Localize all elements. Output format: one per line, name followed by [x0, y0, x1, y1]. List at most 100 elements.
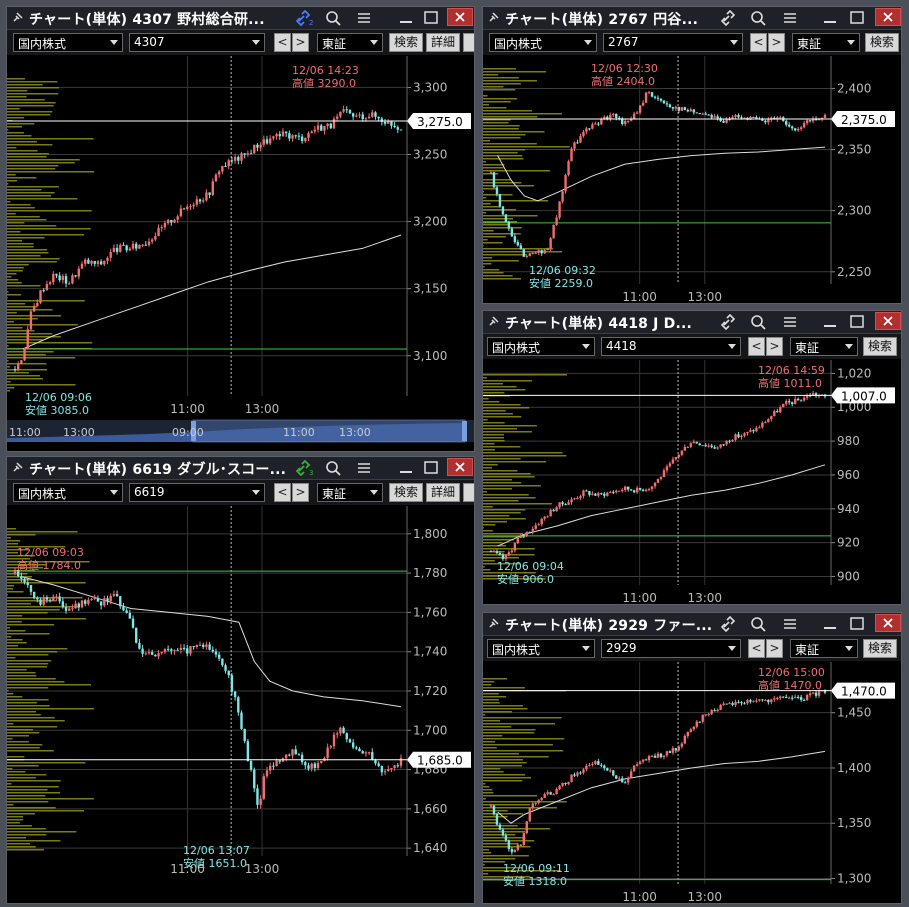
candle-body [659, 477, 663, 479]
candle-body [674, 457, 678, 460]
titlebar[interactable]: チャート(単体) 4307 野村総合研... 2 [7, 7, 474, 30]
menu-icon[interactable] [781, 314, 799, 330]
maximize-icon[interactable] [422, 10, 440, 26]
code-input[interactable]: 2767 [603, 33, 743, 52]
candle-body [396, 127, 400, 130]
menu-icon[interactable] [355, 10, 373, 26]
price-chart[interactable]: 3,300 3,250 3,200 3,150 3,100 11:00 13:00 3,275… [7, 56, 474, 451]
next-button[interactable]: > [766, 337, 783, 356]
link-icon[interactable] [721, 314, 739, 330]
minimize-icon[interactable] [397, 460, 415, 476]
price-chart[interactable]: 2,400 2,350 2,300 2,250 11:00 13:00 2,375.0 12/… [483, 56, 901, 303]
next-button[interactable]: > [292, 483, 309, 502]
market-select[interactable]: 国内株式 [13, 33, 123, 52]
toolbar-overflow[interactable] [463, 483, 474, 502]
link-icon[interactable] [721, 10, 739, 26]
candle-body [52, 596, 55, 601]
volume-profile-bar [7, 93, 59, 95]
close-button[interactable] [875, 614, 901, 632]
prev-button[interactable]: < [274, 483, 291, 502]
search-icon[interactable] [750, 314, 768, 330]
minimize-icon[interactable] [821, 616, 839, 632]
high-time-label: 12/06 14:59 [758, 364, 825, 377]
link-icon[interactable] [721, 616, 739, 632]
candle-body [788, 124, 791, 127]
candle-body [205, 192, 208, 201]
volume-profile-bar [483, 185, 535, 187]
search-icon[interactable] [750, 10, 768, 26]
next-button[interactable]: > [768, 33, 785, 52]
detail-button[interactable]: 詳細 [426, 33, 460, 52]
pin-icon[interactable] [12, 11, 24, 23]
exchange-select[interactable]: 東証 [317, 33, 383, 52]
search-button[interactable]: 検索 [389, 33, 423, 52]
titlebar[interactable]: チャート(単体) 2929 ファー... [483, 613, 901, 636]
code-input[interactable]: 2929 [601, 639, 741, 658]
search-button[interactable]: 検索 [863, 337, 897, 356]
low-value-label: 安値 2259.0 [529, 276, 593, 290]
candle-body [785, 401, 788, 404]
candle-body [326, 123, 329, 126]
candle-body [20, 576, 23, 579]
close-button[interactable] [875, 312, 901, 330]
pin-icon[interactable] [488, 11, 500, 23]
search-icon[interactable] [325, 460, 343, 476]
market-select[interactable]: 国内株式 [487, 337, 595, 356]
search-icon[interactable] [325, 10, 343, 26]
market-select[interactable]: 国内株式 [487, 639, 595, 658]
minimize-icon[interactable] [397, 10, 415, 26]
exchange-select[interactable]: 東証 [317, 483, 383, 502]
exchange-select[interactable]: 東証 [792, 33, 860, 52]
link-icon[interactable]: 2 [296, 10, 314, 26]
candle-body [534, 525, 537, 529]
pin-icon[interactable] [12, 461, 24, 473]
titlebar[interactable]: チャート(単体) 2767 円谷... [483, 7, 901, 30]
titlebar[interactable]: チャート(単体) 4418 J D... [483, 311, 901, 334]
market-select[interactable]: 国内株式 [489, 33, 597, 52]
toolbar-overflow[interactable] [463, 33, 474, 52]
menu-icon[interactable] [781, 616, 799, 632]
maximize-icon[interactable] [848, 10, 866, 26]
exchange-select[interactable]: 東証 [790, 639, 858, 658]
chevron-down-icon [110, 40, 118, 45]
market-select[interactable]: 国内株式 [13, 483, 123, 502]
close-button[interactable] [447, 458, 473, 476]
prev-button[interactable]: < [748, 337, 765, 356]
pin-icon[interactable] [488, 315, 500, 327]
candle-body [746, 431, 749, 434]
link-icon[interactable]: 3 [296, 460, 314, 476]
next-button[interactable]: > [292, 33, 309, 52]
titlebar[interactable]: チャート(単体) 6619 ダブル･スコー... 3 [7, 457, 474, 480]
code-input[interactable]: 4307 [129, 33, 265, 52]
toolbar: 国内株式 4307 < > 東証 検索 詳細 [7, 30, 474, 55]
price-chart[interactable]: 1,800 1,780 1,760 1,740 1,720 1,700 1,680 1,660… [7, 506, 474, 903]
code-input[interactable]: 4418 [601, 337, 741, 356]
search-icon[interactable] [750, 616, 768, 632]
candle-body [692, 726, 695, 730]
close-button[interactable] [447, 8, 473, 26]
search-button[interactable]: 検索 [865, 33, 899, 52]
prev-button[interactable]: < [274, 33, 291, 52]
menu-icon[interactable] [355, 460, 373, 476]
maximize-icon[interactable] [848, 314, 866, 330]
price-chart[interactable]: 1,020 1,000 980 960 940 920 900 11:00 13:00 1,007… [483, 360, 901, 604]
detail-button[interactable]: 詳細 [426, 483, 460, 502]
next-button[interactable]: > [766, 639, 783, 658]
candle-body [522, 833, 526, 845]
prev-button[interactable]: < [750, 33, 767, 52]
volume-profile-bar [7, 351, 54, 353]
price-chart[interactable]: 1,450 1,400 1,350 1,300 11:00 13:00 1,470.0 12/… [483, 662, 901, 903]
volume-profile-bar [7, 207, 35, 209]
menu-icon[interactable] [781, 10, 799, 26]
search-button[interactable]: 検索 [863, 639, 897, 658]
close-button[interactable] [875, 8, 901, 26]
pin-icon[interactable] [488, 617, 500, 629]
maximize-icon[interactable] [422, 460, 440, 476]
minimize-icon[interactable] [821, 314, 839, 330]
maximize-icon[interactable] [848, 616, 866, 632]
search-button[interactable]: 検索 [389, 483, 423, 502]
prev-button[interactable]: < [748, 639, 765, 658]
code-input[interactable]: 6619 [129, 483, 265, 502]
exchange-select[interactable]: 東証 [790, 337, 858, 356]
minimize-icon[interactable] [821, 10, 839, 26]
